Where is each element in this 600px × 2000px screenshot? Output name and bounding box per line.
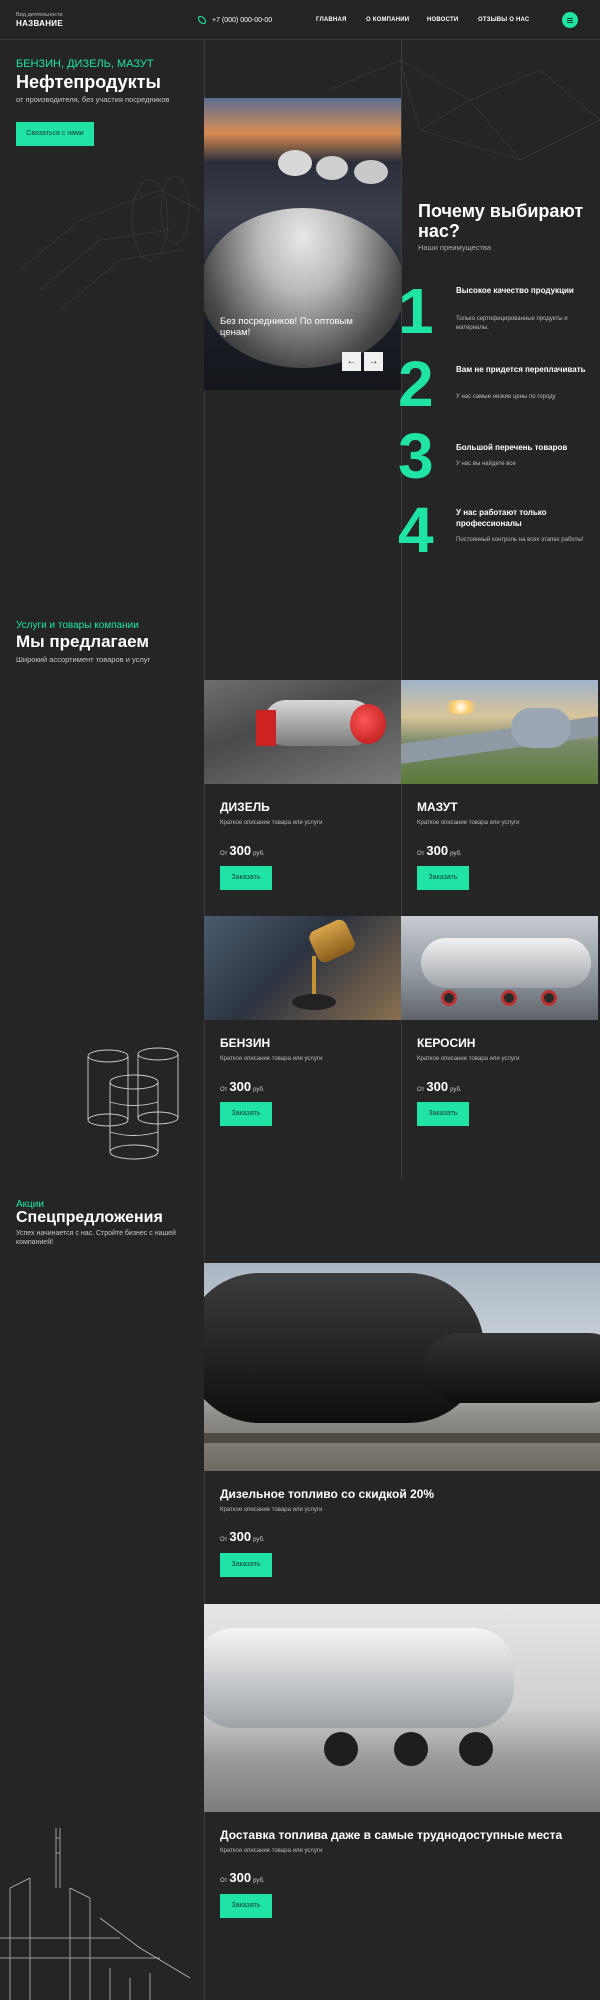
- order-button[interactable]: Заказать: [220, 866, 272, 890]
- nav-item-about[interactable]: О КОМПАНИИ: [366, 17, 409, 23]
- product-card-kerosene: КЕРОСИН Краткое описание товара или услу…: [401, 916, 598, 1152]
- hero-title: Нефтепродукты: [16, 72, 161, 92]
- reason-text: У нас вы найдете все: [456, 461, 516, 467]
- promo-price: От 300 руб.: [220, 1529, 265, 1544]
- reason-text: Только сертифицированные продукты и мате…: [456, 316, 568, 331]
- reason-text: Постоянный контроль на всех этапах работ…: [456, 537, 584, 543]
- why-title: Почему выбирают нас?: [418, 201, 584, 241]
- product-price: От 300 руб.: [220, 843, 265, 858]
- product-name: ДИЗЕЛЬ: [220, 800, 270, 814]
- specials-title: Спецпредложения: [16, 1209, 163, 1226]
- promo-description: Краткое описание товара или услуги: [220, 1507, 323, 1513]
- nav-item-home[interactable]: ГЛАВНАЯ: [316, 17, 347, 23]
- reason-number: 3: [398, 420, 434, 492]
- reason-title: У нас работают только профессионалы: [456, 508, 547, 528]
- order-button[interactable]: Заказать: [417, 866, 469, 890]
- nav-item-news[interactable]: НОВОСТИ: [427, 17, 458, 23]
- order-button[interactable]: Заказать: [220, 1553, 272, 1577]
- product-price: От 300 руб.: [417, 1079, 462, 1094]
- tanker-truck-image: [401, 916, 598, 1020]
- product-card-gasoline: БЕНЗИН Краткое описание товара или услуг…: [204, 916, 401, 1152]
- menu-button[interactable]: [562, 12, 578, 28]
- promo-description: Краткое описание товара или услуги: [220, 1848, 323, 1854]
- contact-button[interactable]: Связаться с нами: [16, 122, 94, 146]
- product-card-diesel: ДИЗЕЛЬ Краткое описание товара или услуг…: [204, 680, 401, 916]
- rail-tank-cars-image: [204, 1263, 600, 1471]
- promo-name: Доставка топлива даже в самые труднодост…: [220, 1828, 563, 1842]
- reason-title: Вам не придется переплачивать: [456, 365, 586, 374]
- reason-title: Большой перечень товаров: [456, 443, 568, 452]
- promo-price: От 300 руб.: [220, 1870, 265, 1885]
- why-subtitle: Наши преимущества: [418, 243, 491, 252]
- specials-description: Успех начинается с нас. Стройте бизнес с…: [16, 1230, 176, 1246]
- reason-text: У нас самые низкие цены по городу: [456, 394, 556, 400]
- storage-tank-image: [316, 156, 348, 180]
- promo-card-diesel-discount: Дизельное топливо со скидкой 20% Краткое…: [204, 1263, 600, 1603]
- product-description: Краткое описание товара или услуги: [417, 1056, 520, 1062]
- oil-pour-image: [204, 916, 401, 1020]
- logo-title[interactable]: НАЗВАНИЕ: [16, 19, 63, 28]
- reason-title: Высокое качество продукции: [456, 286, 574, 295]
- promo-name: Дизельное топливо со скидкой 20%: [220, 1487, 435, 1501]
- slider-next-button[interactable]: →: [364, 352, 383, 371]
- site-header: Вид деятельности НАЗВАНИЕ +7 (000) 000-0…: [0, 0, 600, 40]
- phone-number[interactable]: +7 (000) 000-00-00: [212, 17, 272, 24]
- promo-card-delivery: Доставка топлива даже в самые труднодост…: [204, 1604, 600, 1944]
- product-description: Краткое описание товара или услуги: [417, 820, 520, 826]
- offers-title: Мы предлагаем: [16, 632, 149, 651]
- hero-description: от производителя, без участия посреднико…: [16, 95, 170, 104]
- offers-description: Широкий ассортимент товаров и услуг: [16, 655, 151, 664]
- refinery-lineart-icon: [0, 1828, 191, 2000]
- order-button[interactable]: Заказать: [220, 1894, 272, 1918]
- slider-caption: Без посредников! По оптовым ценам!: [220, 316, 353, 338]
- nav-item-reviews[interactable]: ОТЗЫВЫ О НАС: [478, 17, 529, 23]
- refinery-image: [401, 680, 598, 784]
- product-name: МАЗУТ: [417, 800, 458, 814]
- product-description: Краткое описание товара или услуги: [220, 1056, 323, 1062]
- product-price: От 300 руб.: [220, 1079, 265, 1094]
- product-price: От 300 руб.: [417, 843, 462, 858]
- product-name: КЕРОСИН: [417, 1036, 476, 1050]
- reason-number: 1: [398, 275, 434, 347]
- offers-subtitle: Услуги и товары компании: [16, 620, 139, 631]
- product-description: Краткое описание товара или услуги: [220, 820, 323, 826]
- barrels-icon: [87, 1047, 179, 1160]
- hero-slider: Без посредников! По оптовым ценам! ← →: [204, 98, 401, 390]
- product-name: БЕНЗИН: [220, 1036, 271, 1050]
- hero-subtitle: БЕНЗИН, ДИЗЕЛЬ, МАЗУТ: [16, 58, 154, 70]
- fuel-truck-image: [204, 680, 401, 784]
- reason-number: 4: [398, 494, 434, 566]
- header-phone[interactable]: +7 (000) 000-00-00: [198, 16, 272, 24]
- phone-icon: [198, 16, 206, 24]
- order-button[interactable]: Заказать: [220, 1102, 272, 1126]
- storage-tank-image: [354, 160, 388, 184]
- reason-number: 2: [398, 348, 434, 420]
- slider-prev-button[interactable]: ←: [342, 352, 361, 371]
- storage-tank-image: [204, 208, 401, 368]
- order-button[interactable]: Заказать: [417, 1102, 469, 1126]
- storage-tank-image: [278, 150, 312, 176]
- tank-trailer-image: [204, 1604, 600, 1812]
- logo-subtitle: Вид деятельности: [16, 12, 63, 18]
- product-card-fuel-oil: МАЗУТ Краткое описание товара или услуги…: [401, 680, 598, 916]
